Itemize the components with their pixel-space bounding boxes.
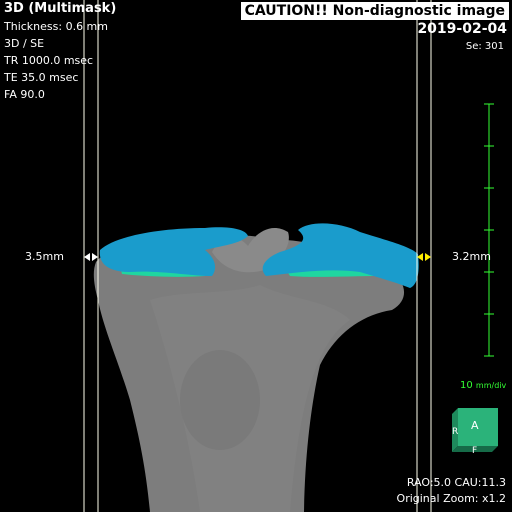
bone-shadow [180,350,260,450]
scale-label: 10 mm/div [460,377,506,395]
mode-label: 3D / SE [4,37,45,50]
series-number: Se: 301 [465,41,504,52]
scan-info: 3D (Multimask) Thickness: 0.6 mm 3D / SE… [4,0,116,103]
measurement-right-label: 3.2mm [452,250,491,263]
measure-arrow-right [417,253,431,261]
cube-label-bottom: F [472,446,478,456]
study-date: 2019-02-04 [417,21,507,37]
measure-arrow-left [84,253,98,261]
scale-bar [484,103,494,357]
zoom-level: Original Zoom: x1.2 [396,492,506,505]
thickness-label: Thickness: 0.6 mm [4,20,108,33]
view-title: 3D (Multimask) [4,1,117,16]
scale-unit: mm/div [475,381,507,390]
measurement-left-label: 3.5mm [25,250,64,263]
tr-label: TR 1000.0 msec [4,54,94,67]
te-label: TE 35.0 msec [4,71,79,84]
cube-label-front: A [471,419,479,432]
scale-value: 10 [460,380,473,391]
caution-banner: CAUTION!! Non-diagnostic image [240,2,509,20]
viewer-viewport[interactable]: 3D (Multimask) Thickness: 0.6 mm 3D / SE… [0,0,512,512]
fa-label: FA 90.0 [4,88,45,101]
cube-label-side: R [452,427,459,437]
